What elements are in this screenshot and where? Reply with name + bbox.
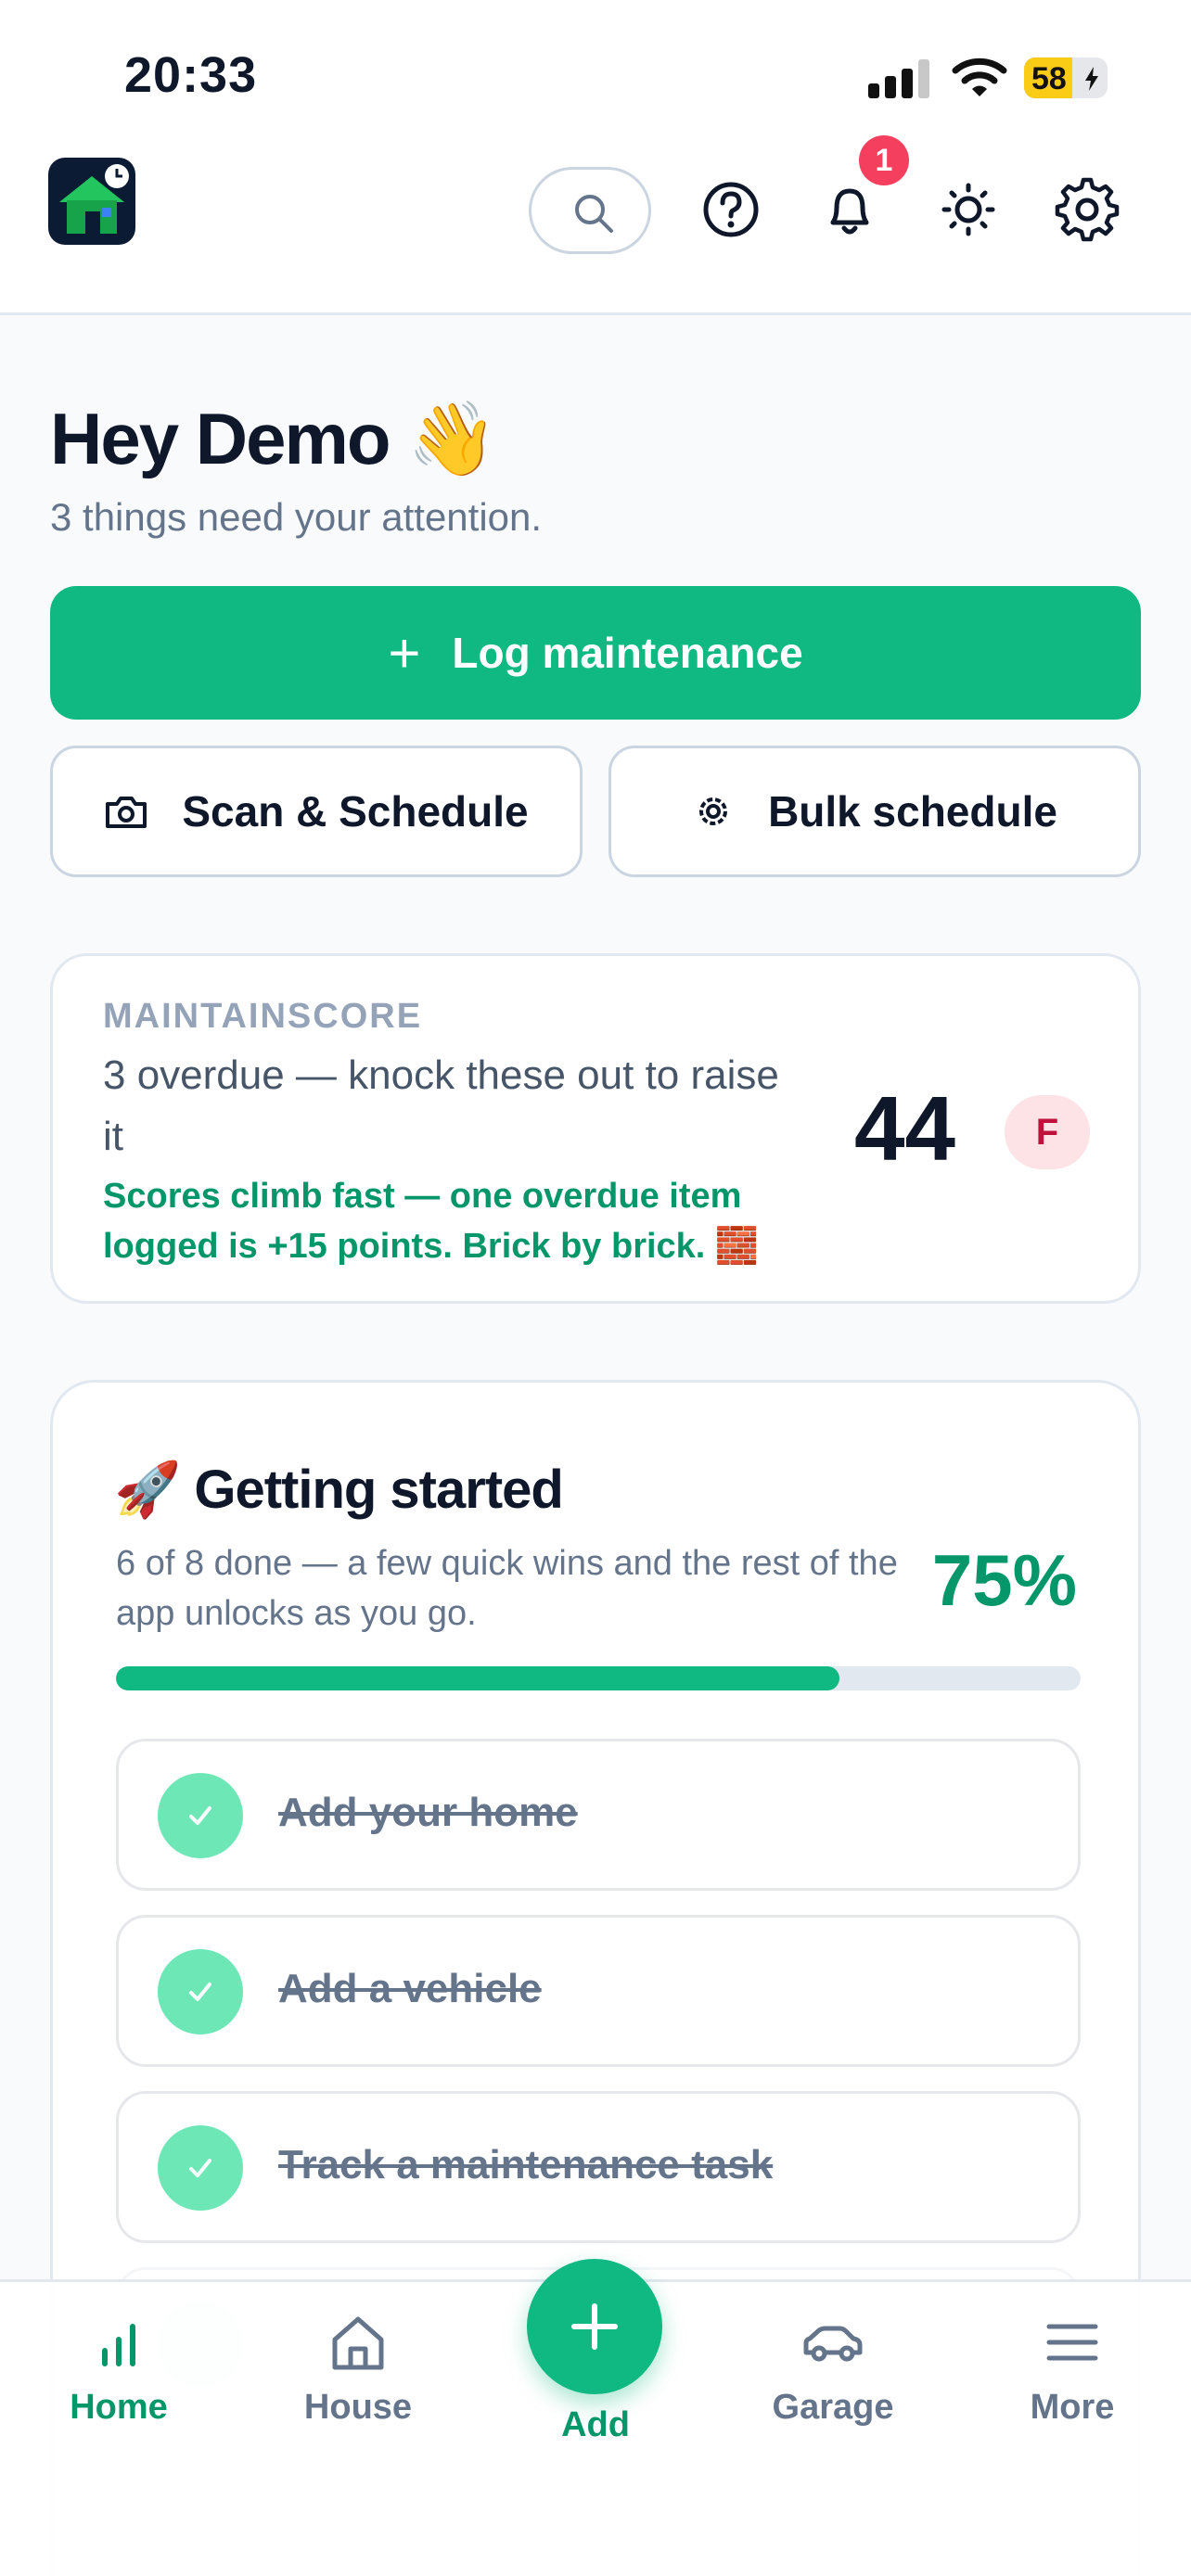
- getting-started-progress: [116, 1666, 1081, 1690]
- scan-schedule-button[interactable]: Scan & Schedule: [50, 746, 583, 877]
- gear-icon[interactable]: [1050, 172, 1124, 247]
- greeting-subtitle: 3 things need your attention.: [50, 495, 543, 539]
- plus-icon: +: [388, 621, 421, 684]
- help-icon[interactable]: [694, 172, 768, 247]
- task-label: Track a maintenance task: [278, 2142, 774, 2187]
- search-icon: [575, 195, 613, 233]
- score-status: 3 overdue — knock these out to raise it: [103, 1052, 779, 1159]
- house-icon: [332, 2316, 384, 2370]
- score-eyebrow: MAINTAINSCORE: [103, 997, 423, 1036]
- app-logo-house-icon[interactable]: [48, 158, 135, 245]
- bulk-schedule-button[interactable]: Bulk schedule: [608, 746, 1141, 877]
- signal-icon: [868, 59, 929, 98]
- notification-badge: 1: [859, 135, 909, 185]
- charging-bolt-icon: [1085, 67, 1098, 91]
- getting-started-subtitle: 6 of 8 done — a few quick wins and the r…: [116, 1544, 898, 1633]
- check-icon: [158, 2125, 243, 2211]
- gear-icon: [699, 797, 728, 825]
- score-value: 44: [854, 1078, 956, 1180]
- getting-started-title: 🚀 Getting started: [114, 1460, 564, 1520]
- scan-schedule-label: Scan & Schedule: [182, 787, 529, 835]
- top-header: 20:33 58 1: [0, 0, 1191, 315]
- nav-label-garage: Garage: [772, 2388, 894, 2427]
- score-grade-badge: F: [1005, 1095, 1090, 1169]
- nav-label-house: House: [303, 2388, 413, 2427]
- add-button[interactable]: [527, 2259, 662, 2394]
- score-tip: Scores climb fast — one overdue item log…: [103, 1177, 760, 1266]
- log-maintenance-label: Log maintenance: [452, 629, 803, 677]
- getting-started-percent: 75%: [931, 1539, 1077, 1621]
- wifi-icon: [952, 57, 1007, 96]
- task-item-add-vehicle[interactable]: Add a vehicle: [116, 1915, 1081, 2067]
- sun-icon[interactable]: [931, 172, 1005, 247]
- task-item-track-task[interactable]: Track a maintenance task: [116, 2091, 1081, 2243]
- search-button[interactable]: [529, 167, 651, 254]
- battery-level: 58: [1031, 61, 1067, 96]
- task-label: Add your home: [278, 1790, 578, 1835]
- bulk-schedule-label: Bulk schedule: [768, 787, 1057, 835]
- greeting-title: Hey Demo 👋: [50, 398, 497, 479]
- nav-item-home[interactable]: Home: [17, 2310, 221, 2428]
- nav-label-add: Add: [561, 2405, 630, 2444]
- check-icon: [158, 1773, 243, 1858]
- nav-item-house[interactable]: House: [256, 2310, 460, 2428]
- nav-label-more: More: [1030, 2388, 1115, 2427]
- plus-icon: [571, 2303, 618, 2350]
- task-item-add-home[interactable]: Add your home: [116, 1739, 1081, 1891]
- check-icon: [158, 1949, 243, 2034]
- nav-item-garage[interactable]: Garage: [731, 2310, 935, 2428]
- chart-bars-icon: [102, 2324, 135, 2366]
- task-label: Add a vehicle: [278, 1966, 542, 2011]
- nav-label-home: Home: [70, 2388, 168, 2427]
- app-screen: 20:33 58 1 Hey Demo 👋 3 things need your…: [0, 0, 1191, 2576]
- progress-fill: [116, 1666, 839, 1690]
- status-time: 20:33: [124, 47, 258, 103]
- battery-charging-icon: 58: [1024, 57, 1108, 98]
- nav-item-more[interactable]: More: [970, 2310, 1174, 2428]
- log-maintenance-button[interactable]: + Log maintenance: [50, 586, 1141, 720]
- camera-icon: [106, 797, 147, 828]
- maintainscore-card[interactable]: MAINTAINSCORE 3 overdue — knock these ou…: [50, 953, 1141, 1304]
- menu-icon: [1046, 2324, 1098, 2361]
- car-icon: [803, 2326, 863, 2362]
